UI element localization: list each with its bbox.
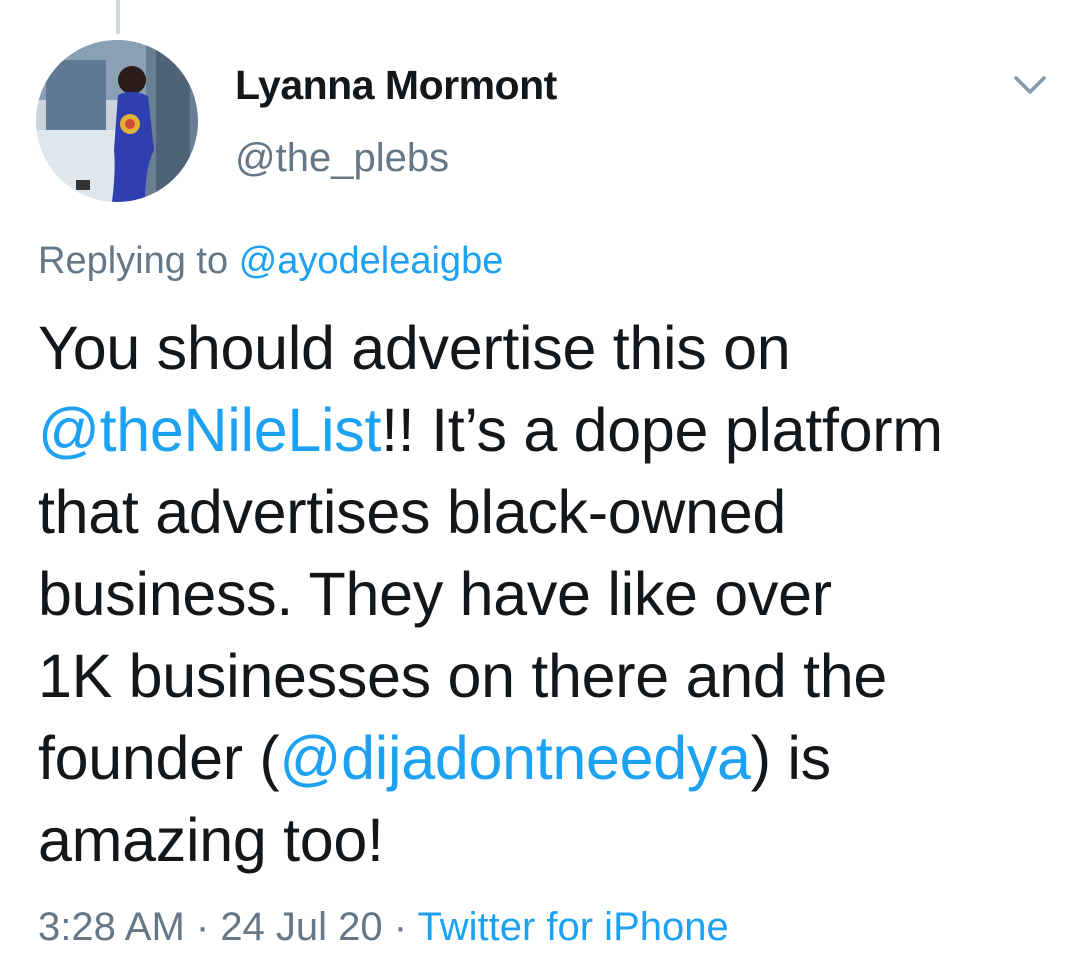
author-handle[interactable]: @the_plebs: [235, 136, 449, 181]
thread-connector-line: [116, 0, 120, 34]
tweet-time[interactable]: 3:28 AM: [38, 905, 185, 949]
author-name[interactable]: Lyanna Mormont: [235, 62, 557, 109]
tweet-date[interactable]: 24 Jul 20: [220, 905, 382, 949]
tweet-text-line: 1K businesses on there and the: [38, 642, 887, 710]
tweet-text-line: You should advertise this on: [38, 314, 791, 382]
replying-to: Replying to @ayodeleaigbe: [38, 240, 503, 283]
tweet-text-line: @theNileList!! It’s a dope platform: [38, 389, 1058, 471]
mention-link-dijadontneedya[interactable]: @dijadontneedya: [279, 724, 751, 792]
meta-separator: ·: [382, 905, 418, 949]
avatar[interactable]: [36, 40, 198, 202]
tweet-meta: 3:28 AM · 24 Jul 20 · Twitter for iPhone: [38, 905, 729, 950]
tweet-text-fragment: founder (: [38, 724, 280, 792]
chevron-down-icon: [1014, 76, 1046, 94]
profile-photo-icon: [36, 40, 198, 202]
replying-to-label: Replying to: [38, 240, 239, 282]
tweet-source-link[interactable]: Twitter for iPhone: [417, 905, 728, 949]
reply-mention-link[interactable]: @ayodeleaigbe: [239, 240, 504, 282]
tweet-menu-button[interactable]: [1010, 70, 1050, 98]
mention-link-thenilelist[interactable]: @theNileList: [38, 396, 381, 464]
meta-separator: ·: [184, 905, 221, 949]
tweet-text-line: amazing too!: [38, 806, 384, 874]
tweet-text-line: business. They have like over: [38, 560, 832, 628]
tweet-text-fragment: !! It’s a dope platform: [381, 396, 943, 464]
tweet-text-line: founder (@dijadontneedya) is: [38, 717, 1058, 799]
tweet-text-fragment: ) is: [750, 724, 831, 792]
tweet-text-line: that advertises black-owned: [38, 478, 787, 546]
tweet-text: You should advertise this on @theNileLis…: [38, 307, 1058, 881]
